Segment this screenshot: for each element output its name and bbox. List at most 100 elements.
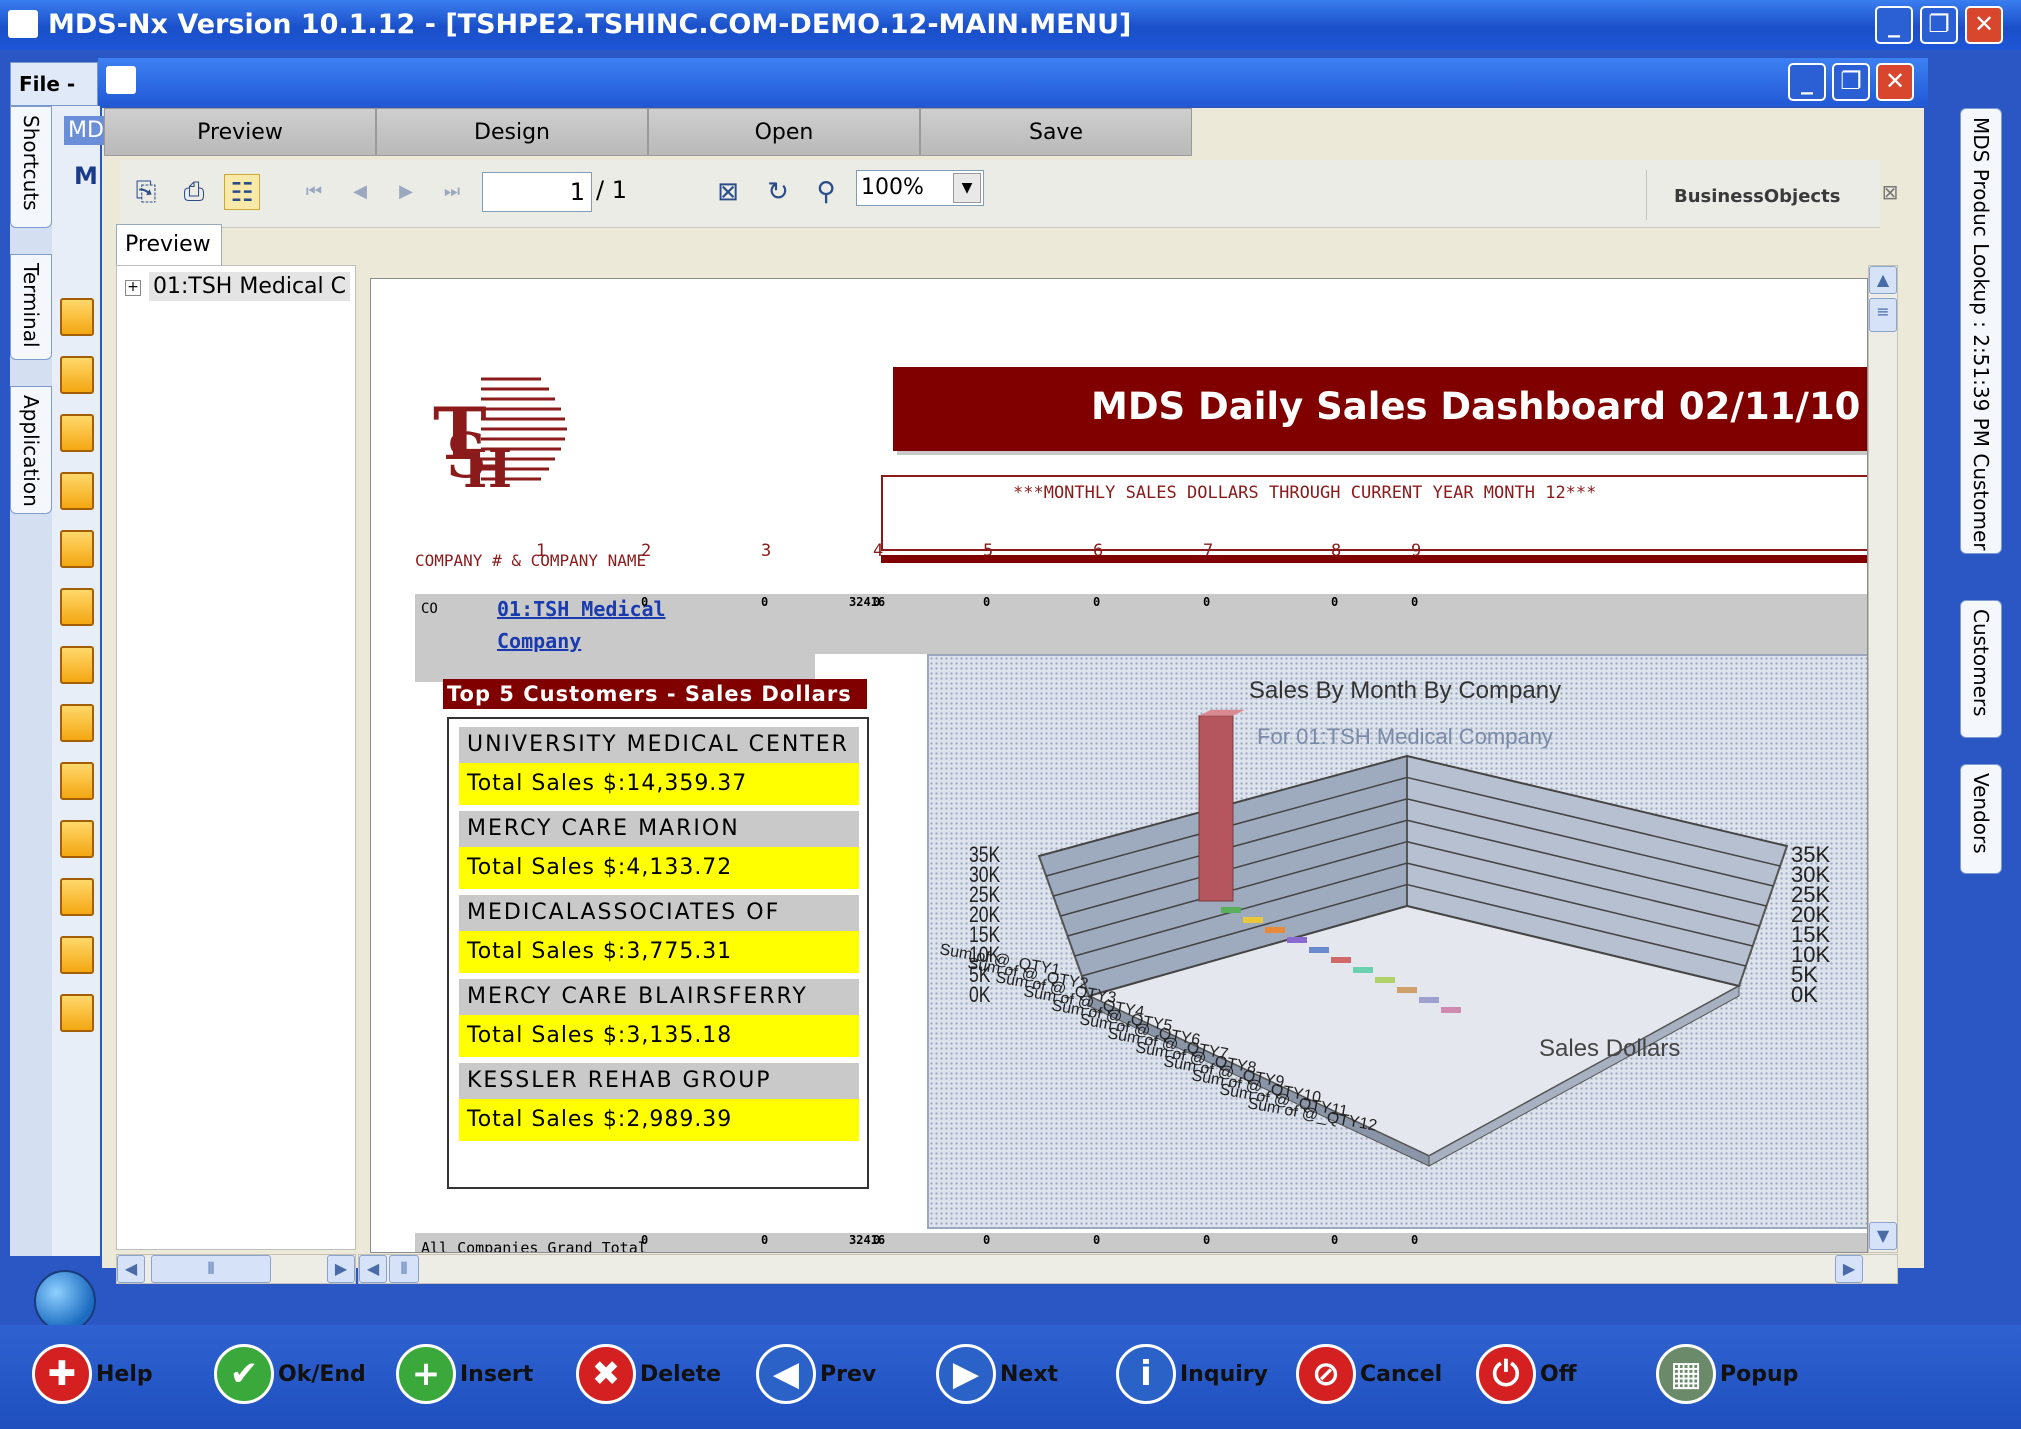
report-toolbar: ⎘ ⎙ ☷ ⏮ ◀ ▶ ⏭ 1 / 1 ⊠ ↻ ⚲ 100% ▼ Busines…	[120, 160, 1898, 228]
folder-icon[interactable]	[60, 820, 94, 858]
scroll-up-icon[interactable]: ▲	[1869, 266, 1897, 294]
folder-icon[interactable]	[60, 994, 94, 1032]
chart-bar	[1287, 937, 1307, 943]
print-icon[interactable]: ⎙	[176, 174, 212, 210]
taskbar-button-prev[interactable]: ◀ Prev	[756, 1341, 876, 1407]
search-icon[interactable]: ⚲	[808, 174, 844, 210]
first-page-icon[interactable]: ⏮	[296, 174, 332, 210]
folder-icon[interactable]	[60, 936, 94, 974]
vertical-scrollbar[interactable]: ▲ ≡ ▼	[1868, 265, 1898, 1253]
customer-entry: KESSLER REHAB GROUP Total Sales $:2,989.3…	[459, 1063, 859, 1143]
customer-sales: Total Sales $:3,135.18	[459, 1015, 859, 1057]
minimize-button[interactable]: _	[1875, 6, 1913, 44]
globe-icon[interactable]	[34, 1270, 96, 1332]
chart-bar	[1331, 957, 1351, 963]
tab-design[interactable]: Design	[376, 108, 648, 156]
folder-icon[interactable]	[60, 762, 94, 800]
customer-name: UNIVERSITY MEDICAL CENTER	[459, 727, 859, 763]
tab-open[interactable]: Open	[648, 108, 920, 156]
tab-terminal[interactable]: Terminal	[10, 254, 52, 360]
next-page-icon[interactable]: ▶	[388, 174, 424, 210]
folder-icon[interactable]	[60, 878, 94, 916]
expand-icon[interactable]: +	[125, 280, 141, 296]
report-hscrollbar[interactable]: ◀ ⦀ ▶	[358, 1254, 1898, 1284]
close-panel-icon[interactable]: ⊠	[1872, 174, 1908, 210]
tab-shortcuts[interactable]: Shortcuts	[10, 106, 52, 228]
zoom-value: 100%	[861, 175, 924, 200]
taskbar-button-cancel[interactable]: ⊘ Cancel	[1296, 1341, 1442, 1407]
file-menu[interactable]: File -	[10, 62, 98, 106]
customer-sales: Total Sales $:14,359.37	[459, 763, 859, 805]
tree-scroll-thumb[interactable]: ⦀	[151, 1255, 271, 1283]
chart-bar	[1221, 907, 1241, 913]
folder-icon[interactable]	[60, 588, 94, 626]
taskbar-button-inquiry[interactable]: i Inquiry	[1116, 1341, 1268, 1407]
company-link-line2[interactable]: Company	[497, 629, 581, 653]
tab-customers[interactable]: Customers	[1960, 600, 2002, 738]
tab-application[interactable]: Application	[10, 386, 52, 514]
tab-product-lookup[interactable]: MDS Produc Lookup : 2:51:39 PM Customer	[1960, 108, 2002, 554]
restore-button[interactable]: ❐	[1920, 6, 1958, 44]
page-number-input[interactable]: 1	[482, 172, 592, 212]
taskbar-button-help[interactable]: ✚ Help	[32, 1341, 153, 1407]
inner-close-button[interactable]: ✕	[1876, 63, 1914, 101]
folder-icon[interactable]	[60, 298, 94, 336]
folder-icon[interactable]	[60, 472, 94, 510]
taskbar-button-off[interactable]: ⏻ Off	[1476, 1341, 1577, 1407]
chart-title: Sales By Month By Company	[1249, 677, 1561, 704]
report-scroll-left-icon[interactable]: ◀	[359, 1255, 387, 1283]
tab-save[interactable]: Save	[920, 108, 1192, 156]
taskbar-button-popup[interactable]: ▦ Popup	[1656, 1341, 1798, 1407]
scroll-thumb[interactable]: ≡	[1869, 298, 1897, 332]
stop-icon[interactable]: ⊠	[710, 174, 746, 210]
sales-chart: Sales By Month By Company For 01:TSH Medi…	[927, 654, 1867, 1229]
zoom-select[interactable]: 100% ▼	[856, 170, 984, 206]
export-icon[interactable]: ⎘	[128, 174, 164, 210]
report-scroll-thumb[interactable]: ⦀	[389, 1255, 419, 1283]
preview-tab[interactable]: Preview	[116, 224, 222, 266]
chart-bar	[1397, 987, 1417, 993]
left-sidetabs: Shortcuts Terminal Application	[10, 106, 52, 1256]
taskbar-button-next[interactable]: ▶ Next	[936, 1341, 1058, 1407]
company-month-value: 0	[983, 595, 991, 609]
folder-icon[interactable]	[60, 704, 94, 742]
window-titlebar: MDS-Nx Version 10.1.12 - [TSHPE2.TSHINC.…	[0, 0, 2021, 50]
folder-icon[interactable]	[60, 530, 94, 568]
prev-page-icon[interactable]: ◀	[342, 174, 378, 210]
folder-icon[interactable]	[60, 414, 94, 452]
tab-preview[interactable]: Preview	[104, 108, 376, 156]
company-row-extra	[415, 654, 815, 682]
window-title: MDS-Nx Version 10.1.12 - [TSHPE2.TSHINC.…	[48, 9, 1132, 40]
inner-maximize-button[interactable]: ❐	[1832, 63, 1870, 101]
group-tree-icon[interactable]: ☷	[224, 174, 260, 210]
taskbar-button-okend[interactable]: ✔ Ok/End	[214, 1341, 366, 1407]
tree-scroll-right-icon[interactable]: ▶	[327, 1255, 355, 1283]
chart-ylabel: Sales Dollars	[1539, 1035, 1680, 1062]
customer-entry: MEDICALASSOCIATES OF Total Sales $:3,775.…	[459, 895, 859, 975]
taskbar-button-insert[interactable]: + Insert	[396, 1341, 533, 1407]
scroll-down-icon[interactable]: ▼	[1869, 1222, 1897, 1250]
close-button[interactable]: ✕	[1965, 6, 2003, 44]
grand-month-value: 0	[1331, 1233, 1339, 1247]
folder-icon[interactable]	[60, 356, 94, 394]
grand-month-value: 0	[873, 1233, 881, 1247]
inquiry-icon: i	[1116, 1344, 1176, 1404]
tree-node[interactable]: 01:TSH Medical C	[149, 272, 350, 301]
customer-sales: Total Sales $:4,133.72	[459, 847, 859, 889]
action-taskbar: ✚ Help ✔ Ok/End + Insert ✖ Delete ◀ Prev ▶ Next i Inq…	[0, 1325, 2021, 1429]
inner-minimize-button[interactable]: _	[1788, 63, 1826, 101]
tree-hscrollbar[interactable]: ◀ ⦀ ▶	[116, 1254, 356, 1284]
report-scroll-right-icon[interactable]: ▶	[1835, 1255, 1863, 1283]
folder-icon[interactable]	[60, 646, 94, 684]
chart-bar	[1198, 715, 1234, 902]
chart-bar	[1243, 917, 1263, 923]
dashboard-banner: MDS Daily Sales Dashboard 02/11/10 15:35…	[893, 367, 1867, 451]
tab-vendors[interactable]: Vendors	[1960, 764, 2002, 874]
refresh-icon[interactable]: ↻	[760, 174, 796, 210]
tree-scroll-left-icon[interactable]: ◀	[117, 1255, 145, 1283]
chart-bar-top	[1199, 709, 1245, 716]
grand-month-value: 0	[761, 1233, 769, 1247]
taskbar-button-delete[interactable]: ✖ Delete	[576, 1341, 721, 1407]
inner-prefix: MD	[64, 116, 108, 145]
last-page-icon[interactable]: ⏭	[434, 174, 470, 210]
